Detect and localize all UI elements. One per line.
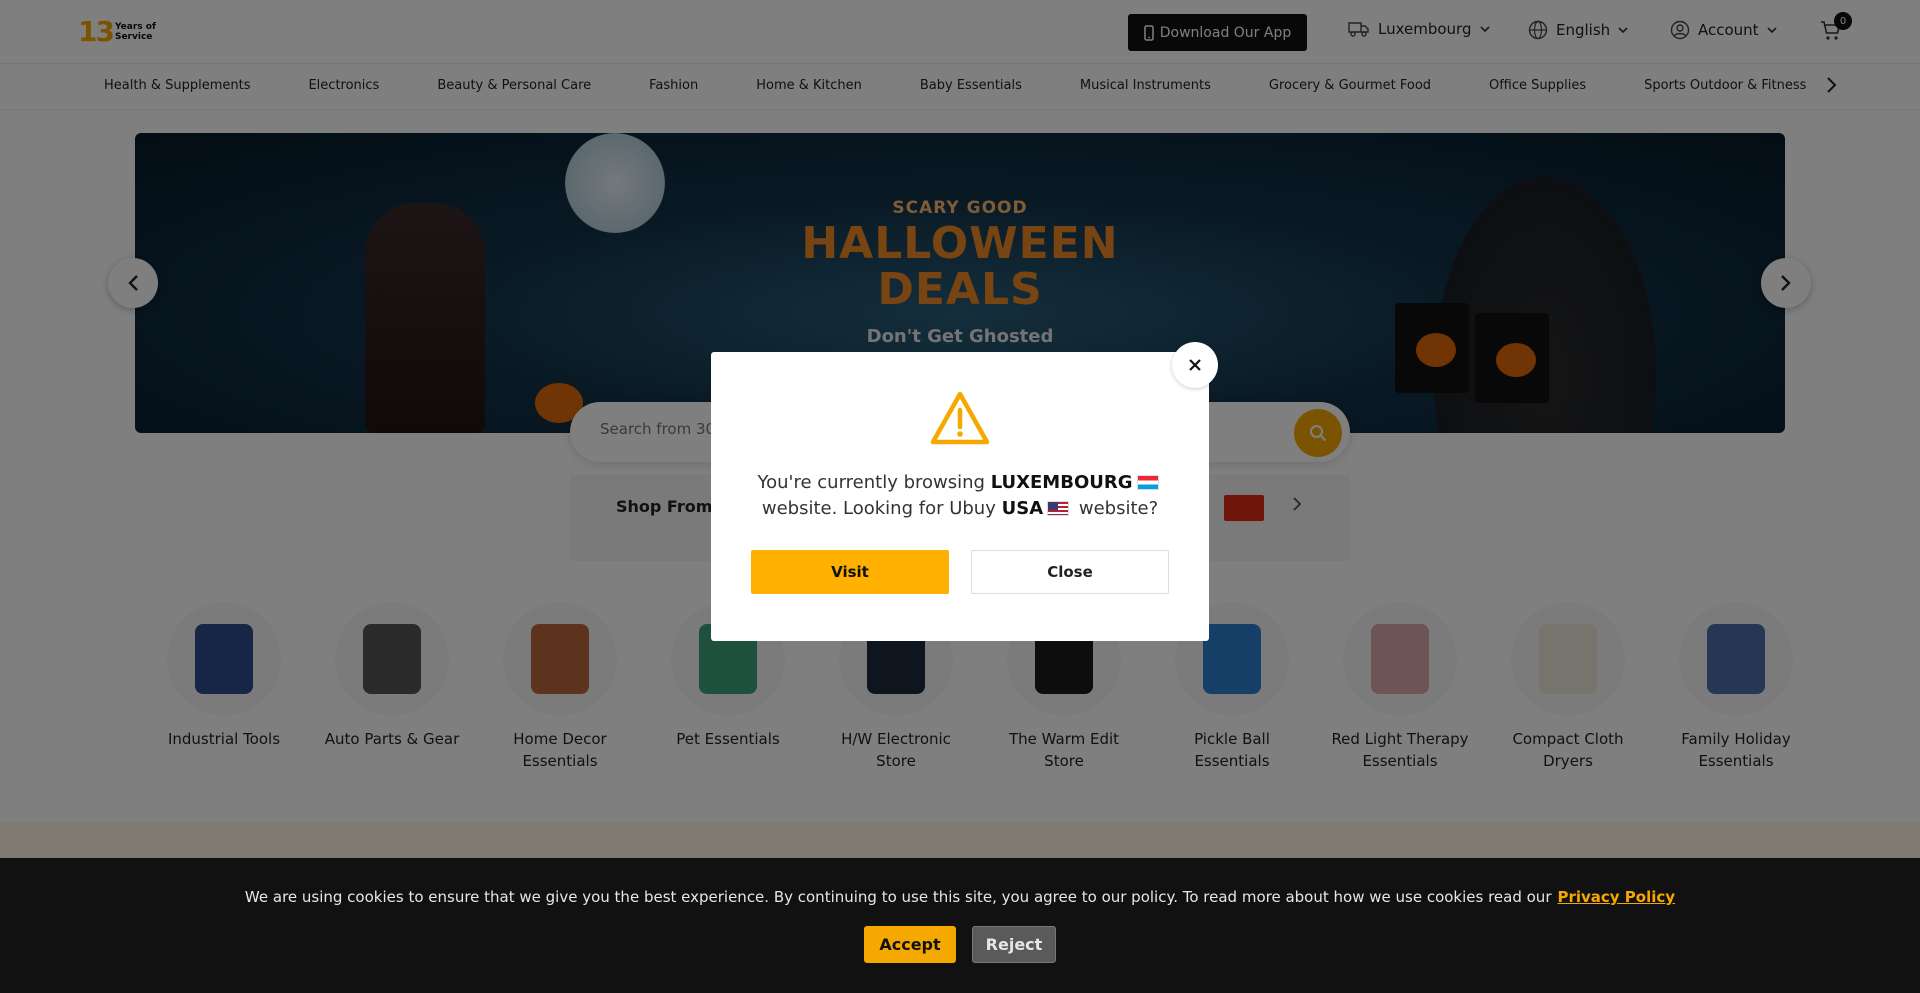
cookie-banner: We are using cookies to ensure that we g… [0,858,1920,993]
modal-text-2: website. Looking for Ubuy [761,498,996,519]
modal-text-1: You're currently browsing [757,472,985,493]
close-button[interactable]: Close [971,550,1169,594]
modal-text-3: website? [1078,498,1159,519]
accept-cookies-button[interactable]: Accept [864,926,956,963]
suggested-country: USA [1001,498,1044,519]
privacy-policy-link[interactable]: Privacy Policy [1557,888,1675,906]
warning-icon [930,391,990,445]
cookie-message: We are using cookies to ensure that we g… [0,888,1920,906]
cookie-text: We are using cookies to ensure that we g… [244,888,1552,906]
luxembourg-flag-icon [1136,475,1159,490]
usa-flag-icon [1047,501,1070,516]
visit-button[interactable]: Visit [751,550,949,594]
region-redirect-modal: You're currently browsing LUXEMBOURG web… [711,352,1209,641]
reject-cookies-button[interactable]: Reject [972,926,1056,963]
current-country: LUXEMBOURG [990,472,1133,493]
close-icon [1189,359,1201,371]
modal-close-button[interactable] [1172,342,1218,388]
modal-message: You're currently browsing LUXEMBOURG web… [711,470,1209,522]
